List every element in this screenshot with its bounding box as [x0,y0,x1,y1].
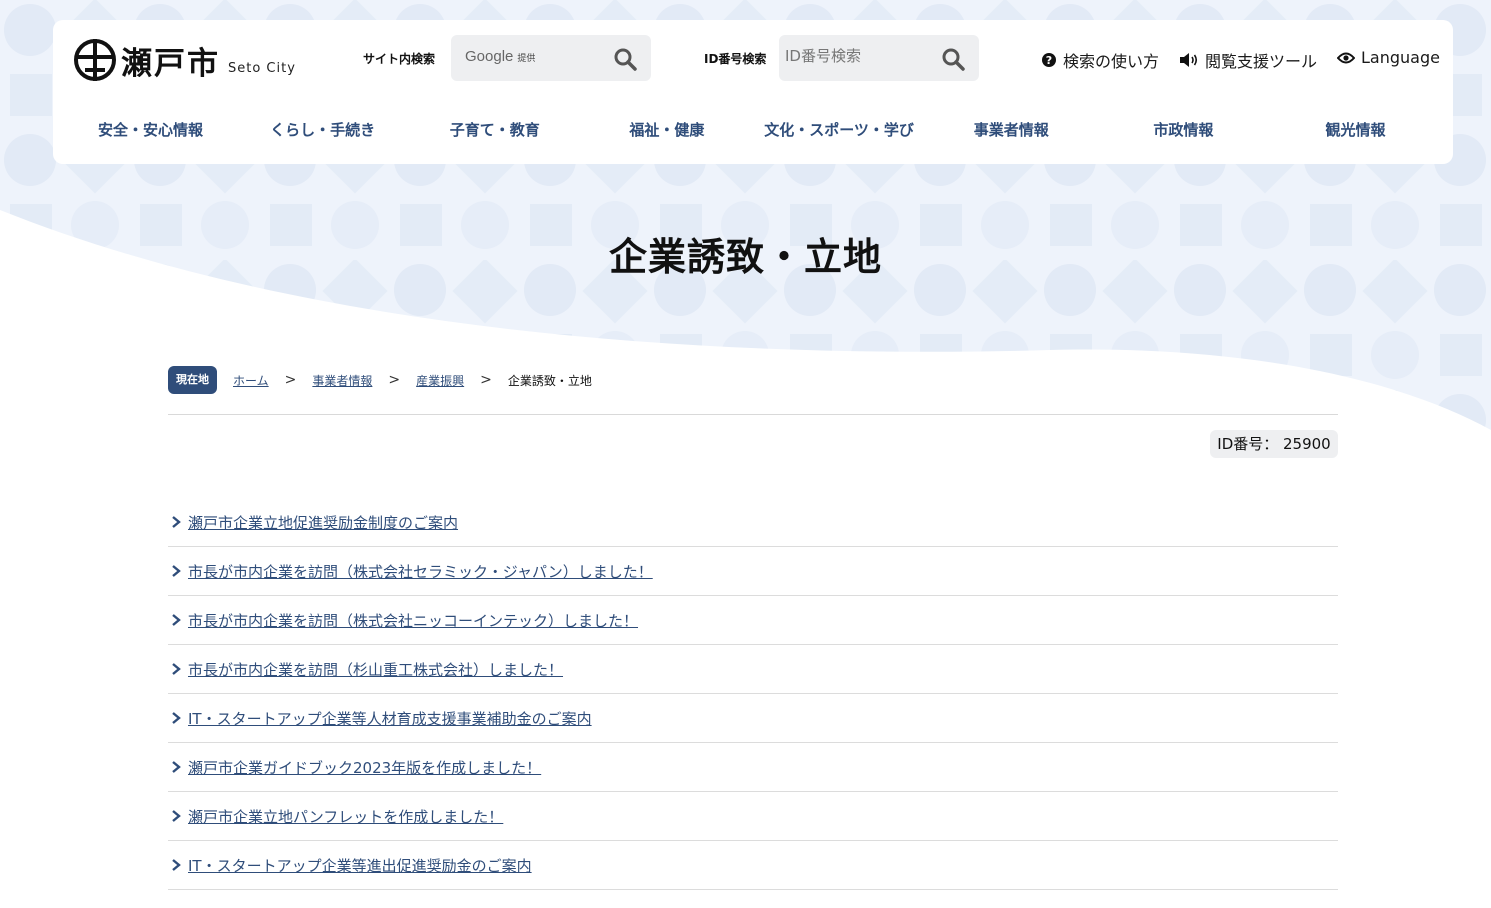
list-item-link[interactable]: 市長が市内企業を訪問（株式会社セラミック・ジャパン）しました！ [188,561,653,582]
global-navigation: 安全・安心情報 くらし・手続き 子育て・教育 福祉・健康 文化・スポーツ・学び … [65,112,1441,148]
gnav-item-safety[interactable]: 安全・安心情報 [65,112,236,148]
google-search-mark: Google 提供 [465,48,536,65]
gnav-item-culture[interactable]: 文化・スポーツ・学び [754,112,925,148]
site-search-label: サイト内検索 [363,52,436,66]
gnav-item-city-government[interactable]: 市政情報 [1098,112,1269,148]
id-search-input[interactable] [785,47,925,65]
id-search-button[interactable] [941,47,965,71]
site-logo[interactable]: 瀬戸市 Seto City [73,34,296,86]
gnav-item-living[interactable]: くらし・手続き [237,112,408,148]
list-item-link[interactable]: IT・スタートアップ企業等進出促進奨励金のご案内 [188,855,532,876]
eye-icon [1337,52,1355,63]
site-search-button[interactable] [613,47,637,71]
site-header: 瀬戸市 Seto City サイト内検索 Google提供 ID番号検索 ? 検… [53,20,1453,164]
breadcrumb: 現在地 ホーム > 事業者情報 > 産業振興 > 企業誘致・立地 [168,366,592,394]
gnav-item-childcare[interactable]: 子育て・教育 [409,112,580,148]
breadcrumb-industry-link[interactable]: 産業振興 [416,372,464,389]
list-item[interactable]: IT・スタートアップ企業等人材育成支援事業補助金のご案内 [168,694,1338,743]
chevron-right-icon [172,565,181,577]
list-item-link[interactable]: 市長が市内企業を訪問（株式会社ニッコーインテック）しました！ [188,610,638,631]
list-item[interactable]: 市長が市内企業を訪問（株式会社ニッコーインテック）しました！ [168,596,1338,645]
list-item[interactable]: 市長が市内企業を訪問（杉山重工株式会社）しました！ [168,645,1338,694]
chevron-right-icon [172,614,181,626]
logo-text: 瀬戸市 [121,45,220,82]
chevron-right-icon [172,516,181,528]
breadcrumb-separator: > [284,372,297,388]
chevron-right-icon [172,810,181,822]
search-help-label: 検索の使い方 [1063,52,1160,71]
gnav-item-welfare[interactable]: 福祉・健康 [581,112,752,148]
site-search-box[interactable]: Google 提供 [451,35,651,81]
speaker-icon [1180,53,1198,67]
breadcrumb-separator: > [388,372,401,388]
search-help-link[interactable]: ? 検索の使い方 [1041,48,1159,72]
list-item-link[interactable]: 瀬戸市企業立地促進奨励金制度のご案内 [188,512,458,533]
chevron-right-icon [172,859,181,871]
language-link[interactable]: Language [1337,48,1440,67]
breadcrumb-home-link[interactable]: ホーム [233,372,269,389]
accessibility-tools-link[interactable]: 閲覧支援ツール [1179,48,1317,72]
chevron-right-icon [172,761,181,773]
list-item[interactable]: 瀬戸市企業立地パンフレットを作成しました！ [168,792,1338,841]
id-number-badge: ID番号： 25900 [1210,430,1338,458]
content-divider [168,414,1338,415]
logo-subtitle: Seto City [228,60,296,76]
list-item[interactable]: IT・スタートアップ企業等進出促進奨励金のご案内 [168,841,1338,890]
list-item-link[interactable]: 市長が市内企業を訪問（杉山重工株式会社）しました！ [188,659,563,680]
chevron-right-icon [172,663,181,675]
id-search-box [779,35,979,81]
question-circle-icon: ? [1042,53,1056,67]
gnav-item-business[interactable]: 事業者情報 [926,112,1097,148]
list-item-link[interactable]: 瀬戸市企業立地パンフレットを作成しました！ [188,806,503,827]
breadcrumb-label: 現在地 [168,366,217,394]
language-label: Language [1361,48,1440,67]
list-item[interactable]: 市長が市内企業を訪問（株式会社セラミック・ジャパン）しました！ [168,547,1338,596]
breadcrumb-current: 企業誘致・立地 [507,373,592,388]
accessibility-tools-label: 閲覧支援ツール [1205,52,1318,71]
list-item[interactable]: 瀬戸市企業ガイドブック2023年版を作成しました！ [168,743,1338,792]
breadcrumb-separator: > [480,372,492,388]
chevron-right-icon [172,712,181,724]
article-link-list: 瀬戸市企業立地促進奨励金制度のご案内 市長が市内企業を訪問（株式会社セラミック・… [168,498,1338,890]
breadcrumb-business-link[interactable]: 事業者情報 [312,372,372,389]
page-title: 企業誘致・立地 [608,235,882,279]
id-search-label: ID番号検索 [704,52,767,66]
city-emblem-icon [74,39,116,81]
gnav-item-tourism[interactable]: 観光情報 [1270,112,1441,148]
svg-text:?: ? [1046,54,1052,67]
list-item-link[interactable]: IT・スタートアップ企業等人材育成支援事業補助金のご案内 [188,708,592,729]
list-item[interactable]: 瀬戸市企業立地促進奨励金制度のご案内 [168,498,1338,547]
list-item-link[interactable]: 瀬戸市企業ガイドブック2023年版を作成しました！ [188,757,541,778]
